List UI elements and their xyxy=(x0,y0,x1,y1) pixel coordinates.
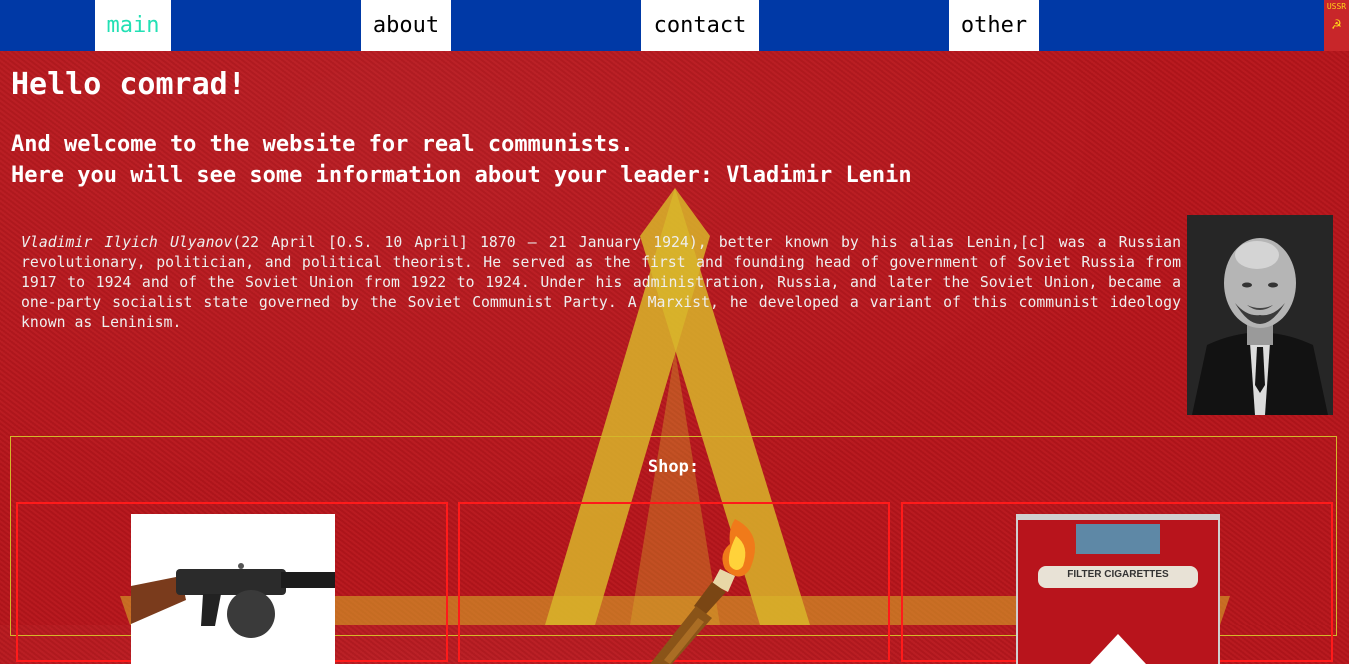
nav-about[interactable]: about xyxy=(361,0,451,51)
ussr-badge-text: USSR xyxy=(1326,2,1347,11)
shop-title: Shop: xyxy=(647,457,700,477)
welcome-line-1: And welcome to the website for real comm… xyxy=(11,132,634,157)
cigarettes-pack-image: FILTER CIGARETTES xyxy=(1016,514,1220,664)
nav-other[interactable]: other xyxy=(949,0,1039,51)
top-nav: main about contact other USSR ☭ xyxy=(0,0,1349,51)
page-title: Hello comrad! xyxy=(11,67,246,102)
shop-item-gun[interactable] xyxy=(16,502,448,664)
nav-contact[interactable]: contact xyxy=(641,0,759,51)
welcome-text: And welcome to the website for real comm… xyxy=(11,129,912,191)
shop-section: Shop: FILTER CIGARETTES xyxy=(10,436,1337,664)
bio-name: Vladimir Ilyich Ulyanov xyxy=(21,234,233,251)
nav-main[interactable]: main xyxy=(95,0,171,51)
pack-label: FILTER CIGARETTES xyxy=(1067,569,1169,580)
submachine-gun-image xyxy=(131,514,335,664)
lenin-portrait xyxy=(1187,215,1333,415)
molotov-cocktail-image xyxy=(650,519,755,664)
main-content: Hello comrad! And welcome to the website… xyxy=(0,51,1349,664)
shop-item-cigarettes[interactable]: FILTER CIGARETTES xyxy=(901,502,1333,664)
ussr-badge: USSR ☭ xyxy=(1324,0,1349,51)
shop-item-molotov[interactable] xyxy=(458,502,890,664)
welcome-line-2: Here you will see some information about… xyxy=(11,163,912,188)
hammer-sickle-icon: ☭ xyxy=(1331,15,1342,33)
bio-paragraph: Vladimir Ilyich Ulyanov(22 April [O.S. 1… xyxy=(21,233,1181,333)
